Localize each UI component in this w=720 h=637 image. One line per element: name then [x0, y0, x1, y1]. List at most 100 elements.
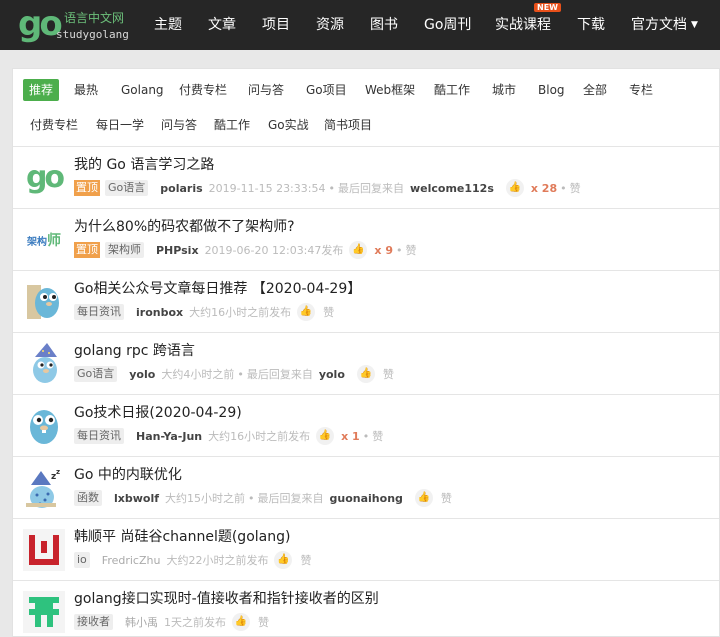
nav-articles[interactable]: 文章	[208, 14, 236, 34]
author-link[interactable]: yolo	[129, 368, 155, 381]
tab-blog[interactable]: Blog	[538, 79, 565, 101]
tab-golang[interactable]: Golang	[121, 79, 164, 101]
topic-title[interactable]: Go相关公众号文章每日推荐 【2020-04-29】	[74, 278, 361, 298]
topic-meta: 每日资讯 Han-Ya-Jun 大约16小时之前发布 👍 x 1 • 赞	[74, 427, 383, 445]
author-link[interactable]: lxbwolf	[114, 492, 159, 505]
like-label: 赞	[569, 182, 581, 195]
subtab-qa[interactable]: 问与答	[161, 114, 197, 136]
primary-tabs: 推荐 最热 Golang 付费专栏 问与答 Go项目 Web框架 酷工作 城市 …	[13, 79, 719, 103]
thumbs-up-icon[interactable]: 👍	[274, 551, 293, 569]
node-tag[interactable]: io	[74, 552, 90, 568]
site-logo[interactable]: go 语言中文网 studygolang	[18, 4, 130, 46]
thumbs-up-icon[interactable]: 👍	[414, 489, 433, 507]
last-reply-user[interactable]: guonaihong	[330, 492, 403, 505]
list-item[interactable]: Go相关公众号文章每日推荐 【2020-04-29】 每日资讯 ironbox …	[13, 271, 719, 333]
list-item[interactable]: golang rpc 跨语言 Go语言 yolo 大约4小时之前 • 最后回复来…	[13, 333, 719, 395]
like-label: 赞	[323, 306, 335, 319]
tab-all[interactable]: 全部	[583, 79, 607, 101]
author-link[interactable]: PHPsix	[156, 244, 199, 257]
thumbs-up-icon[interactable]: 👍	[297, 303, 316, 321]
author-link[interactable]: polaris	[160, 182, 202, 195]
tab-hot[interactable]: 最热	[74, 79, 98, 101]
pinned-badge: 置顶	[74, 180, 100, 196]
nav-topics[interactable]: 主题	[154, 14, 182, 34]
thumbs-up-icon[interactable]: 👍	[316, 427, 335, 445]
separator-dot: •	[560, 181, 567, 195]
author-link[interactable]: ironbox	[136, 306, 183, 319]
author-link[interactable]: 韩小禹	[125, 614, 158, 630]
nav-courses[interactable]: 实战课程	[495, 14, 551, 34]
node-tag[interactable]: Go语言	[105, 180, 149, 196]
subtab-daily-learn[interactable]: 每日一学	[96, 114, 144, 136]
last-reply-label: 最后回复来自	[337, 182, 404, 195]
tab-city[interactable]: 城市	[492, 79, 516, 101]
node-tag[interactable]: 接收者	[74, 614, 113, 630]
separator-dot: •	[395, 243, 403, 257]
topic-title[interactable]: golang rpc 跨语言	[74, 340, 195, 360]
list-item[interactable]: Go技术日报(2020-04-29) 每日资讯 Han-Ya-Jun 大约16小…	[13, 395, 719, 457]
tab-columns[interactable]: 专栏	[629, 79, 653, 101]
node-tag[interactable]: 每日资讯	[74, 304, 124, 320]
logo-name-cn: 语言中文网	[64, 11, 125, 25]
last-reply-user[interactable]: yolo	[319, 368, 345, 381]
topic-title[interactable]: 我的 Go 语言学习之路	[74, 154, 214, 174]
pixel-red-avatar[interactable]	[23, 529, 65, 571]
thumbs-up-icon[interactable]: 👍	[356, 365, 375, 383]
thumbs-up-icon[interactable]: 👍	[232, 613, 250, 631]
topic-meta: 每日资讯 ironbox 大约16小时之前发布 👍 赞	[74, 303, 334, 321]
nav-official-docs[interactable]: 官方文档 ▼	[631, 14, 698, 34]
separator-dot: •	[328, 181, 335, 195]
nav-weekly[interactable]: Go周刊	[424, 14, 471, 34]
list-item[interactable]: 韩顺平 尚硅谷channel题(golang) io FredricZhu 大约…	[13, 519, 719, 581]
thumbs-up-icon[interactable]: 👍	[505, 179, 524, 197]
nav-download[interactable]: 下载	[577, 14, 605, 34]
topic-time: 大约22小时之前发布	[166, 554, 269, 567]
topic-time: 2019-06-20 12:03:47发布	[204, 244, 344, 257]
topic-title[interactable]: 韩顺平 尚硅谷channel题(golang)	[74, 526, 290, 546]
gopher-avatar[interactable]	[23, 405, 65, 447]
topic-title[interactable]: Go技术日报(2020-04-29)	[74, 402, 242, 422]
node-tag[interactable]: 架构师	[105, 242, 144, 258]
topic-title[interactable]: Go 中的内联优化	[74, 464, 182, 484]
tab-qa[interactable]: 问与答	[248, 79, 284, 101]
tab-go-projects[interactable]: Go项目	[306, 79, 347, 101]
subtab-jobs[interactable]: 酷工作	[214, 114, 250, 136]
go-logo-avatar[interactable]: go	[23, 157, 65, 199]
node-tag[interactable]: 每日资讯	[74, 428, 124, 444]
thumbs-up-icon[interactable]: 👍	[349, 241, 368, 259]
gopher-door-avatar[interactable]	[23, 281, 65, 323]
tab-jobs[interactable]: 酷工作	[434, 79, 470, 101]
pixel-green-avatar[interactable]	[23, 591, 65, 633]
list-item[interactable]: z z Go 中的内联优化 函数 lxbwolf 大约15小时之前 • 最后回复…	[13, 457, 719, 519]
gopher-sleep-avatar[interactable]: z z	[23, 467, 65, 509]
last-reply-user[interactable]: welcome112s	[410, 182, 494, 195]
gopher-wizard-avatar[interactable]	[23, 343, 65, 385]
subtab-go-practice[interactable]: Go实战	[268, 114, 309, 136]
topic-meta: 函数 lxbwolf 大约15小时之前 • 最后回复来自 guonaihong …	[74, 489, 452, 507]
subtab-paid-columns[interactable]: 付费专栏	[30, 114, 78, 136]
topic-time: 大约4小时之前	[161, 368, 235, 381]
topic-meta: io FredricZhu 大约22小时之前发布 👍 赞	[74, 551, 311, 569]
nav-projects[interactable]: 项目	[262, 14, 290, 34]
tab-web-frameworks[interactable]: Web框架	[365, 79, 415, 101]
tab-paid-columns[interactable]: 付费专栏	[179, 79, 227, 101]
list-item[interactable]: 架构师 为什么80%的码农都做不了架构师? 置顶 架构师 PHPsix 2019…	[13, 209, 719, 271]
list-item[interactable]: go 我的 Go 语言学习之路 置顶 Go语言 polaris 2019-11-…	[13, 147, 719, 209]
topic-title[interactable]: 为什么80%的码农都做不了架构师?	[74, 216, 295, 236]
subtab-jianshu[interactable]: 简书项目	[324, 114, 372, 136]
like-label: 赞	[405, 244, 417, 257]
like-label: 赞	[258, 616, 269, 629]
node-tag[interactable]: Go语言	[74, 366, 118, 382]
topic-title[interactable]: golang接口实现时-值接收者和指针接收者的区别	[74, 588, 379, 608]
nav-official-docs-label: 官方文档	[631, 17, 687, 33]
topic-time: 大约16小时之前发布	[189, 306, 292, 319]
topic-meta: Go语言 yolo 大约4小时之前 • 最后回复来自 yolo 👍 赞	[74, 365, 394, 383]
architect-avatar[interactable]: 架构师	[23, 219, 65, 261]
nav-books[interactable]: 图书	[370, 14, 398, 34]
node-tag[interactable]: 函数	[74, 490, 102, 506]
nav-resources[interactable]: 资源	[316, 14, 344, 34]
tab-recommended[interactable]: 推荐	[23, 79, 60, 101]
author-link[interactable]: FredricZhu	[102, 554, 161, 567]
author-link[interactable]: Han-Ya-Jun	[136, 430, 202, 443]
list-item[interactable]: golang接口实现时-值接收者和指针接收者的区别 接收者 韩小禹 1天之前发布…	[13, 581, 719, 636]
